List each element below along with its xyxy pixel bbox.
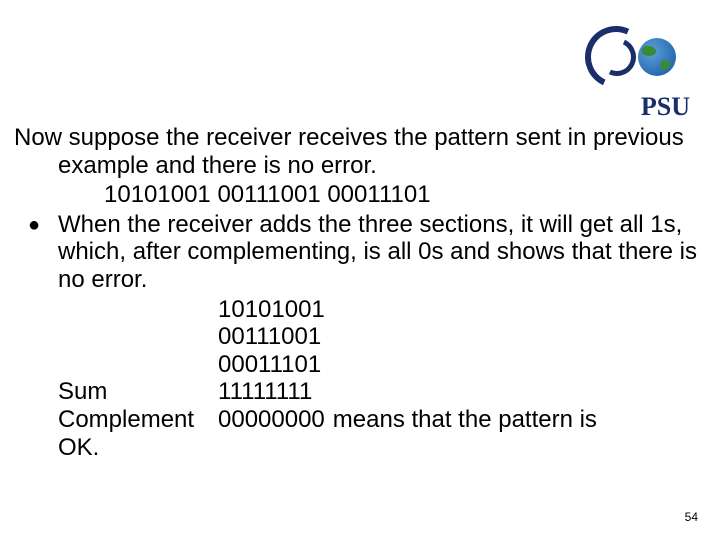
pattern-line: 10101001 00111001 00011101 [14,181,706,209]
ok-label: OK. [58,434,218,462]
slide-number: 54 [685,510,698,524]
calc-row-3: 00011101 [218,351,321,379]
swirl-icon [588,28,640,80]
bullet-icon: ● [14,211,58,239]
slide-content: Now suppose the receiver receives the pa… [14,124,706,461]
bullet-item: ● When the receiver adds the three secti… [14,211,706,294]
calc-row-1: 10101001 [218,296,325,324]
calc-spacer [58,296,218,324]
sum-value: 11111111 [218,378,312,406]
calc-spacer [58,323,218,351]
complement-rest: means that the pattern is [325,406,706,434]
org-label: PSU [641,92,690,122]
calc-spacer [58,351,218,379]
sum-label: Sum [58,378,218,406]
logo [580,28,700,88]
intro-paragraph: Now suppose the receiver receives the pa… [14,124,706,179]
globe-icon [638,38,676,76]
bullet-text: When the receiver adds the three section… [58,211,706,294]
calculation-block: 10101001 00111001 00011101 Sum 11111111 … [14,296,706,462]
calc-row-2: 00111001 [218,323,321,351]
complement-value: 00000000 [218,406,325,434]
complement-label: Complement [58,406,218,434]
